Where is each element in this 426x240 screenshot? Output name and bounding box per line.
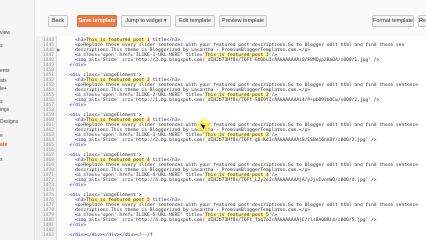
sidebar-item[interactable]: s xyxy=(0,99,3,105)
sidebar-item[interactable]: le+ xyxy=(0,86,7,92)
html-code-editor[interactable]: ▸ 1444 <h3>This is featured post 1 title… xyxy=(36,36,426,240)
format-template-button[interactable]: Format template xyxy=(372,15,414,27)
sidebar-item[interactable]: s xyxy=(0,43,3,49)
sidebar-item[interactable]: ate xyxy=(0,142,7,148)
code-line: 1483 </div></div></div></div><!--/f xyxy=(36,232,426,239)
sidebar-item[interactable]: ents xyxy=(0,68,9,74)
sidebar-item[interactable]: e xyxy=(0,133,3,139)
line-number: 1483 xyxy=(42,233,54,238)
back-button[interactable]: Back xyxy=(48,15,68,27)
sidebar: view s ents ats le+ s ings Designs e ate s xyxy=(0,0,35,240)
toolbar: Back Save template Jump to widget ▾ Edit… xyxy=(36,0,426,37)
sidebar-item[interactable]: view xyxy=(0,30,10,36)
sidebar-item[interactable]: ats xyxy=(0,78,7,84)
mouse-cursor-icon xyxy=(195,117,213,135)
sidebar-item[interactable]: ings xyxy=(0,107,9,113)
revert-button[interactable]: Re xyxy=(418,15,426,27)
jump-to-widget-label: Jump to widget xyxy=(125,18,163,24)
code-text: </div></div></div></div><!--/f xyxy=(69,233,153,238)
sidebar-item[interactable]: Designs xyxy=(0,119,18,125)
save-template-button[interactable]: Save template xyxy=(77,15,117,27)
preview-template-button[interactable]: Preview template xyxy=(219,15,267,27)
sidebar-item[interactable]: s xyxy=(0,157,3,163)
edit-template-button[interactable]: Edit template xyxy=(175,15,215,27)
chevron-down-icon: ▾ xyxy=(163,18,167,24)
jump-to-widget-dropdown[interactable]: Jump to widget ▾ xyxy=(121,15,171,27)
